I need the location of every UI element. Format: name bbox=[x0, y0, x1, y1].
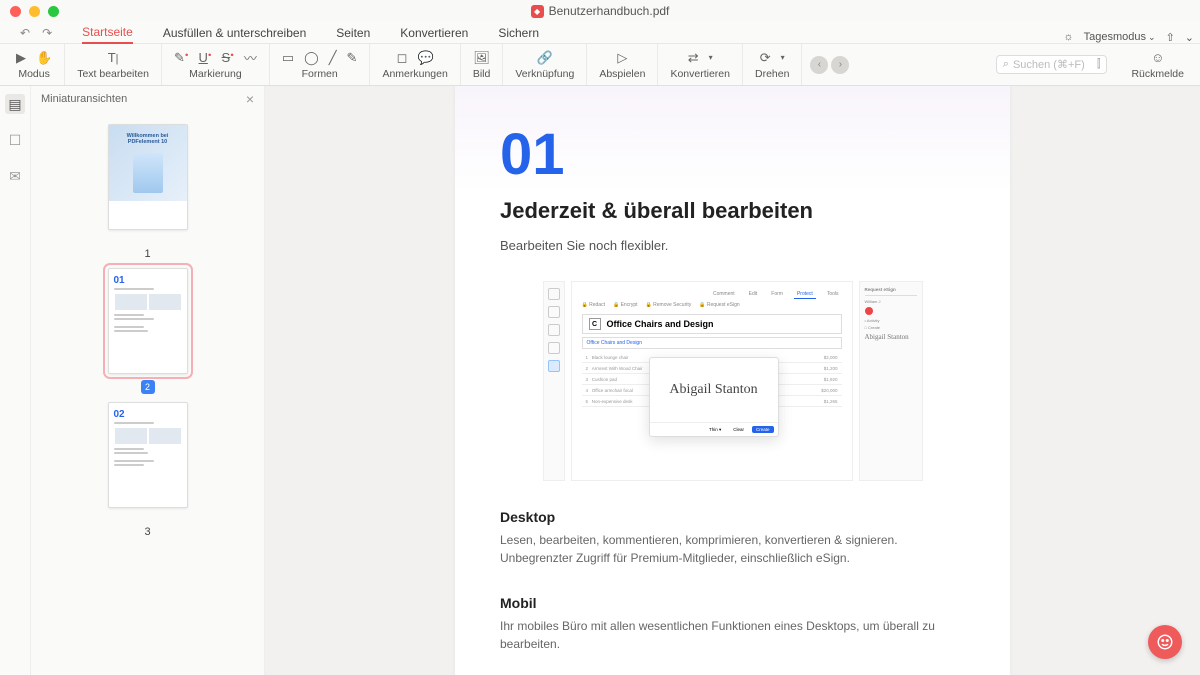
maximize-button[interactable] bbox=[48, 6, 59, 17]
squiggly-icon: 〰 bbox=[244, 48, 257, 67]
tool-comments[interactable]: ◻💬 Anmerkungen bbox=[370, 44, 460, 85]
play-icon: ▷ bbox=[617, 50, 627, 66]
search-icon: ⌕ bbox=[1003, 58, 1009, 71]
text-edit-icon: T| bbox=[108, 50, 119, 65]
thumbnails-icon[interactable]: ▤ bbox=[5, 94, 25, 114]
section-desktop-text: Lesen, bearbeiten, kommentieren, komprim… bbox=[500, 531, 965, 567]
hand-icon: ✋ bbox=[36, 50, 52, 66]
pencil-icon: ✎ bbox=[347, 50, 358, 66]
left-rail: ▤ ☐ ✉ bbox=[0, 86, 31, 675]
bookmark-icon[interactable]: ☐ bbox=[5, 130, 25, 150]
view-mode-dropdown[interactable]: Tagesmodus bbox=[1084, 31, 1156, 43]
signature-dialog: Abigail Stanton Thin ▾ Clear Create bbox=[649, 357, 779, 437]
tool-rotate[interactable]: ⟳▾ Drehen bbox=[743, 44, 802, 85]
more-icon[interactable]: ⌄ bbox=[1185, 31, 1194, 44]
comments-panel-icon[interactable]: ✉ bbox=[5, 166, 25, 186]
close-panel-icon[interactable]: × bbox=[246, 91, 254, 107]
rotate-icon: ⟳ bbox=[760, 50, 771, 66]
page-subtitle: Bearbeiten Sie noch flexibler. bbox=[500, 238, 965, 253]
filter-icon[interactable]: ⫿ bbox=[1097, 58, 1101, 71]
main-tabs: ↶ ↷ Startseite Ausfüllen & unterschreibe… bbox=[0, 22, 1200, 44]
tab-pages[interactable]: Seiten bbox=[336, 23, 370, 43]
top-right-controls: ☼ Tagesmodus ⇧ ⌄ bbox=[1064, 26, 1194, 48]
tab-protect[interactable]: Sichern bbox=[498, 23, 539, 43]
thumbnails-panel: Miniaturansichten × Willkommen bei PDFel… bbox=[31, 86, 265, 675]
tool-mode[interactable]: ▶✋ Modus bbox=[4, 44, 65, 85]
tool-highlight[interactable]: ✎● U● S● 〰 Markierung bbox=[162, 44, 270, 85]
pointer-icon: ▶ bbox=[16, 50, 26, 66]
document-title: Benutzerhandbuch.pdf bbox=[549, 4, 670, 18]
tool-link[interactable]: 🔗 Verknüpfung bbox=[503, 44, 587, 85]
tool-edit-text[interactable]: T| Text bearbeiten bbox=[65, 44, 162, 85]
tool-image[interactable]: 🖼 Bild bbox=[461, 44, 504, 85]
current-page-badge: 2 bbox=[141, 380, 155, 394]
section-mobile-heading: Mobil bbox=[500, 595, 965, 611]
panel-title: Miniaturansichten bbox=[41, 93, 127, 105]
chevron-down-icon: ▾ bbox=[781, 53, 785, 62]
comment-icon: 💬 bbox=[417, 50, 433, 66]
convert-icon: ⇄ bbox=[688, 50, 699, 66]
titlebar: ◆ Benutzerhandbuch.pdf bbox=[0, 0, 1200, 22]
document-viewport[interactable]: 01 Jederzeit & überall bearbeiten Bearbe… bbox=[265, 86, 1200, 675]
tool-convert[interactable]: ⇄▾ Konvertieren bbox=[658, 44, 743, 85]
next-page-button[interactable]: › bbox=[831, 56, 849, 74]
strikethrough-icon: S● bbox=[222, 50, 234, 65]
tab-fill-sign[interactable]: Ausfüllen & unterschreiben bbox=[163, 23, 306, 43]
feedback-icon: ☺ bbox=[1151, 50, 1164, 65]
tab-convert[interactable]: Konvertieren bbox=[400, 23, 468, 43]
underline-icon: U● bbox=[199, 50, 212, 65]
image-icon: 🖼 bbox=[473, 50, 490, 66]
close-button[interactable] bbox=[10, 6, 21, 17]
thumbnail-1[interactable]: Willkommen bei PDFelement 10 1 bbox=[108, 124, 188, 260]
ellipse-icon: ◯ bbox=[304, 50, 319, 66]
pdf-page: 01 Jederzeit & überall bearbeiten Bearbe… bbox=[455, 86, 1010, 675]
traffic-lights bbox=[10, 6, 59, 17]
redo-icon[interactable]: ↷ bbox=[42, 26, 52, 40]
thumbnail-3[interactable]: 02 3 bbox=[108, 402, 188, 538]
page-number: 01 bbox=[500, 126, 965, 184]
prev-page-button[interactable]: ‹ bbox=[810, 56, 828, 74]
thumbnail-2[interactable]: 01 2 bbox=[108, 268, 188, 394]
page-heading: Jederzeit & überall bearbeiten bbox=[500, 198, 965, 224]
brightness-icon[interactable]: ☼ bbox=[1064, 31, 1074, 43]
tool-play[interactable]: ▷ Abspielen bbox=[587, 44, 658, 85]
content-area: ▤ ☐ ✉ Miniaturansichten × Willkommen bei… bbox=[0, 86, 1200, 675]
highlighter-icon: ✎● bbox=[174, 50, 189, 66]
section-desktop-heading: Desktop bbox=[500, 509, 965, 525]
feedback-button[interactable]: ☺ Rückmelde bbox=[1119, 44, 1196, 85]
section-mobile-text: Ihr mobiles Büro mit allen wesentlichen … bbox=[500, 617, 965, 653]
undo-icon[interactable]: ↶ bbox=[20, 26, 30, 40]
tool-shapes[interactable]: ▭ ◯ ╱ ✎ Formen bbox=[270, 44, 371, 85]
page-nav: ‹ › bbox=[802, 56, 857, 74]
minimize-button[interactable] bbox=[29, 6, 40, 17]
tab-home[interactable]: Startseite bbox=[82, 22, 133, 44]
line-icon: ╱ bbox=[329, 50, 337, 66]
app-icon: ◆ bbox=[531, 5, 544, 18]
toolbar: ▶✋ Modus T| Text bearbeiten ✎● U● S● 〰 M… bbox=[0, 44, 1200, 86]
link-icon: 🔗 bbox=[537, 50, 553, 66]
search-input[interactable]: ⌕ ⫿ bbox=[996, 55, 1108, 74]
screenshot-illustration: CommentEditFormProtectTools 🔒 Redact🔒 En… bbox=[543, 281, 923, 481]
share-icon[interactable]: ⇧ bbox=[1166, 31, 1175, 44]
chevron-down-icon: ▾ bbox=[709, 53, 713, 62]
note-icon: ◻ bbox=[397, 50, 408, 66]
help-fab[interactable] bbox=[1148, 625, 1182, 659]
window-title: ◆ Benutzerhandbuch.pdf bbox=[0, 4, 1200, 18]
rectangle-icon: ▭ bbox=[282, 50, 294, 66]
